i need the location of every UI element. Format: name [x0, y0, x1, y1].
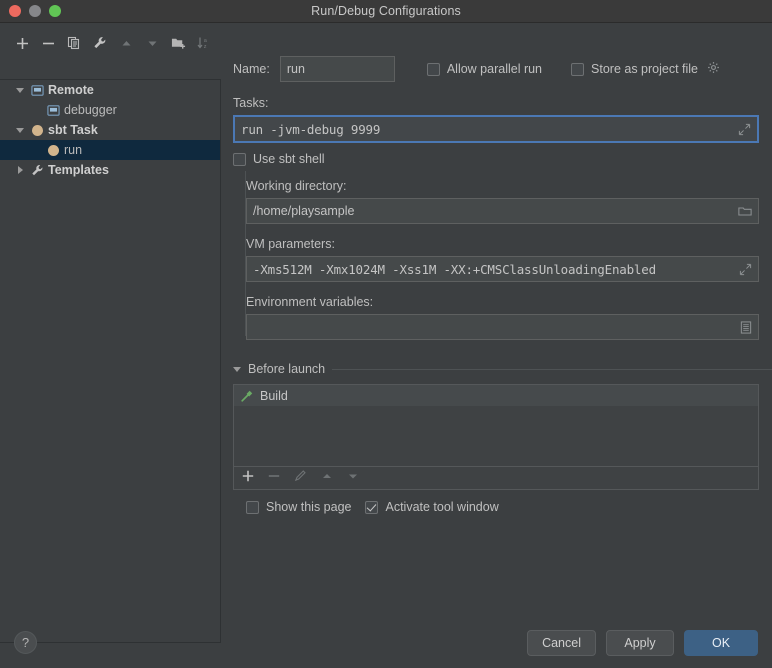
edit-templates-button[interactable] [88, 31, 112, 55]
tree-item-templates[interactable]: Templates [0, 160, 220, 180]
use-sbt-shell-label: Use sbt shell [253, 152, 325, 166]
ok-button[interactable]: OK [684, 630, 758, 656]
tasks-input[interactable]: run -jvm-debug 9999 [233, 115, 759, 143]
expand-icon[interactable] [738, 123, 751, 136]
build-hammer-icon [240, 389, 254, 403]
tree-item-label: debugger [64, 103, 117, 117]
tree-item-label: sbt Task [48, 123, 98, 137]
store-as-project-file-label: Store as project file [591, 62, 699, 76]
tree-item-label: Templates [48, 163, 109, 177]
allow-parallel-run-label: Allow parallel run [446, 62, 543, 76]
checkbox-box[interactable] [571, 62, 585, 76]
copy-configuration-button[interactable] [62, 31, 86, 55]
close-button[interactable] [9, 5, 21, 17]
before-launch-toolbar [234, 466, 758, 489]
create-folder-button[interactable] [166, 31, 190, 55]
list-item-label: Build [260, 388, 288, 403]
tree-item-label: Remote [48, 83, 94, 97]
move-down-button[interactable] [140, 31, 164, 55]
remote-icon [28, 84, 46, 97]
tree-item-run[interactable]: run [0, 140, 220, 160]
use-sbt-shell-checkbox[interactable]: Use sbt shell [233, 152, 772, 166]
expand-icon[interactable] [739, 263, 752, 276]
edit-task-button[interactable] [294, 469, 307, 487]
show-this-page-checkbox[interactable]: Show this page [246, 500, 351, 514]
expander-down-icon[interactable] [12, 127, 28, 133]
tree-item-label: run [64, 143, 83, 157]
name-input[interactable]: run [279, 56, 395, 82]
vm-parameters-input[interactable]: -Xms512M -Xmx1024M -Xss1M -XX:+CMSClassU… [246, 256, 759, 282]
configuration-form: Name: run Allow parallel run Store as pr… [233, 23, 772, 514]
before-launch-list[interactable]: Build [234, 385, 758, 466]
show-this-page-label: Show this page [266, 500, 352, 514]
maximize-button[interactable] [49, 5, 61, 17]
gear-icon[interactable] [707, 61, 720, 77]
activate-tool-window-label: Activate tool window [385, 500, 499, 514]
window-title: Run/Debug Configurations [311, 4, 461, 18]
add-task-button[interactable] [242, 469, 254, 487]
tasks-label: Tasks: [233, 96, 269, 110]
help-button[interactable]: ? [14, 631, 37, 654]
store-as-project-file-checkbox[interactable]: Store as project file [571, 61, 720, 77]
working-directory-input[interactable]: /home/playsample [246, 198, 759, 224]
window-controls [0, 5, 61, 17]
remove-task-button[interactable] [268, 469, 280, 487]
before-launch-panel: Build [233, 384, 759, 490]
add-configuration-button[interactable] [10, 31, 34, 55]
configurations-toolbar: a z [10, 31, 216, 55]
minimize-button[interactable] [29, 5, 41, 17]
remove-configuration-button[interactable] [36, 31, 60, 55]
title-bar: Run/Debug Configurations [0, 0, 772, 23]
run-debug-configurations-dialog: Run/Debug Configurations a z Remote debu… [0, 0, 772, 668]
move-task-down-button[interactable] [347, 469, 359, 487]
dialog-footer: ? Cancel Apply OK [0, 620, 772, 668]
expander-down-icon[interactable] [233, 366, 241, 372]
before-launch-header[interactable]: Before launch [233, 362, 772, 376]
working-directory-label: Working directory: [246, 179, 347, 193]
expander-down-icon[interactable] [12, 87, 28, 93]
wrench-icon [28, 164, 46, 177]
sort-configurations-button[interactable]: a z [192, 31, 216, 55]
before-launch-label: Before launch [248, 362, 326, 376]
configurations-tree[interactable]: Remote debugger sbt Task run Templates [0, 79, 221, 643]
name-label: Name: [233, 62, 270, 76]
folder-icon[interactable] [738, 205, 752, 218]
expander-right-icon[interactable] [12, 166, 28, 174]
list-item[interactable]: Build [234, 385, 758, 406]
tree-item-remote[interactable]: Remote [0, 80, 220, 100]
vm-parameters-label: VM parameters: [246, 237, 335, 251]
tree-item-debugger[interactable]: debugger [0, 100, 220, 120]
allow-parallel-run-checkbox[interactable]: Allow parallel run [426, 62, 543, 76]
environment-variables-input[interactable] [246, 314, 759, 340]
move-task-up-button[interactable] [321, 469, 333, 487]
checkbox-box[interactable] [426, 62, 440, 76]
apply-button[interactable]: Apply [606, 630, 674, 656]
section-divider [332, 368, 772, 370]
checkbox-box[interactable] [365, 500, 379, 514]
dialog-buttons: Cancel Apply OK [527, 630, 758, 656]
svg-text:z: z [204, 44, 207, 50]
environment-variables-label: Environment variables: [246, 295, 374, 309]
move-up-button[interactable] [114, 31, 138, 55]
cancel-button[interactable]: Cancel [527, 630, 596, 656]
checkbox-box[interactable] [233, 152, 246, 166]
tree-item-sbt-task[interactable]: sbt Task [0, 120, 220, 140]
activate-tool-window-checkbox[interactable]: Activate tool window [365, 500, 499, 514]
remote-icon [44, 104, 62, 117]
list-icon[interactable] [740, 320, 752, 334]
sbt-task-icon [44, 144, 62, 156]
sbt-task-icon [28, 124, 46, 136]
checkbox-box[interactable] [246, 500, 259, 514]
dialog-body: a z Remote debugger sbt Task run Templat… [0, 23, 772, 668]
